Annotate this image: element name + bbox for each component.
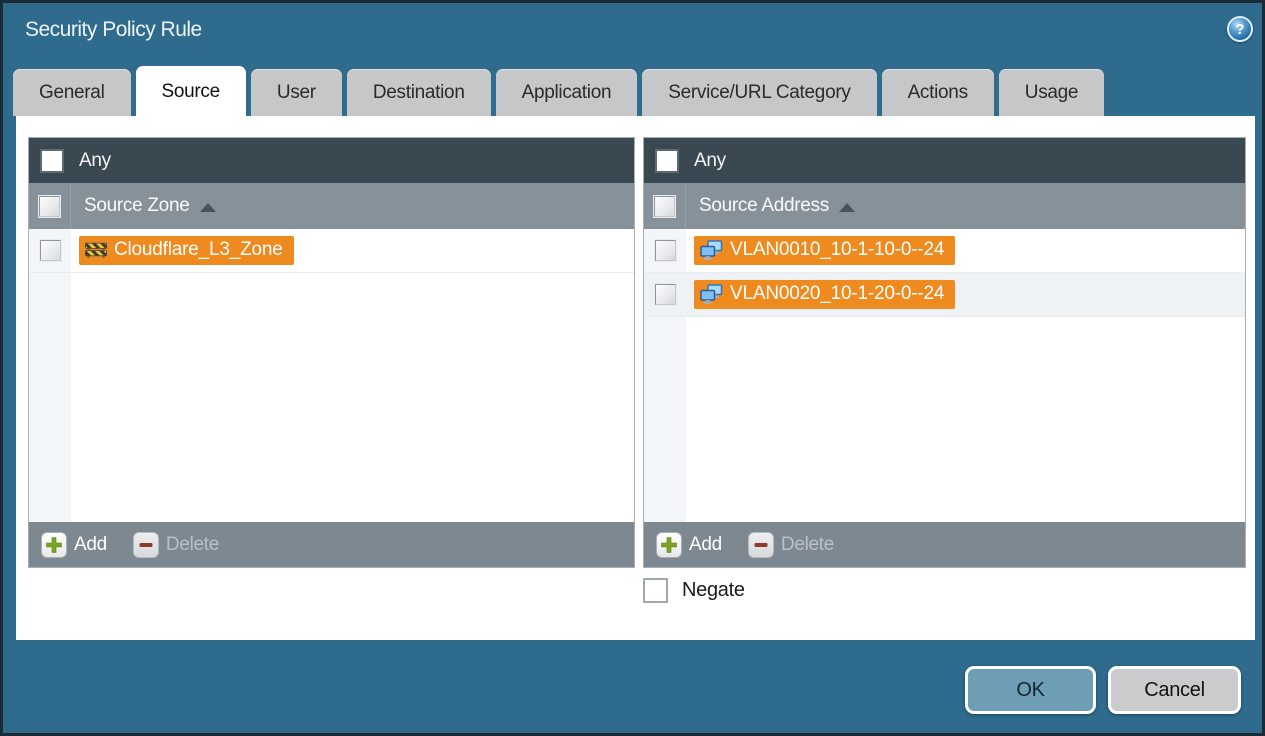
help-icon[interactable]: ? (1227, 16, 1253, 42)
delete-minus-icon (747, 531, 774, 558)
cancel-button[interactable]: Cancel (1108, 666, 1241, 714)
zone-entry-tag[interactable]: Cloudflare_L3_Zone (79, 236, 294, 265)
security-policy-rule-dialog: Security Policy Rule ? General Source Us… (0, 0, 1265, 736)
source-zone-select-all-cell (29, 183, 71, 229)
source-address-footer: Add Delete (644, 522, 1245, 567)
add-plus-icon (41, 531, 67, 558)
row-checkbox[interactable] (654, 240, 676, 261)
address-entry-label: VLAN0010_10-1-10-0--24 (730, 239, 945, 260)
source-zone-column-label: Source Zone (84, 195, 190, 216)
source-address-column-label: Source Address (699, 195, 829, 216)
negate-checkbox[interactable] (643, 578, 668, 603)
row-checkbox[interactable] (39, 240, 61, 261)
row-checkbox[interactable] (654, 284, 676, 305)
table-row: Cloudflare_L3_Zone (29, 229, 634, 273)
tab-general[interactable]: General (13, 69, 131, 116)
source-address-add-button[interactable]: Add (656, 531, 722, 558)
zone-barrier-icon (85, 241, 107, 259)
source-zone-delete-button[interactable]: Delete (132, 531, 220, 558)
add-button-label: Add (689, 533, 722, 555)
delete-minus-icon (132, 531, 159, 558)
source-zone-any-label: Any (79, 149, 111, 171)
tab-destination[interactable]: Destination (346, 69, 491, 116)
network-computers-icon (700, 239, 723, 261)
source-address-list: VLAN0010_10-1-10-0--24 VLAN0020_10-1-20-… (644, 229, 1245, 522)
row-checkbox-cell (29, 240, 71, 261)
tab-content-area: Any Source Zone Cloudflare_L3_Zone Add D… (16, 116, 1255, 640)
tab-actions[interactable]: Actions (881, 69, 994, 116)
tab-service-url-category[interactable]: Service/URL Category (642, 69, 877, 116)
source-zone-any-header: Any (29, 138, 634, 183)
row-checkbox-cell (644, 284, 686, 305)
table-row: VLAN0010_10-1-10-0--24 (644, 229, 1245, 273)
row-checkbox-cell (644, 240, 686, 261)
source-zone-footer: Add Delete (29, 522, 634, 567)
source-zone-add-button[interactable]: Add (41, 531, 107, 558)
tab-bar: General Source User Destination Applicat… (13, 66, 1105, 121)
sort-ascending-icon (838, 202, 855, 212)
tab-source[interactable]: Source (135, 66, 246, 121)
dialog-title: Security Policy Rule (25, 18, 202, 41)
source-address-panel: Any Source Address VLAN0010_10-1-10-0--2… (643, 137, 1246, 568)
source-zone-list: Cloudflare_L3_Zone (29, 229, 634, 522)
tab-user[interactable]: User (250, 69, 342, 116)
ok-button[interactable]: OK (965, 666, 1096, 714)
negate-control: Negate (643, 578, 745, 603)
source-address-delete-button[interactable]: Delete (747, 531, 835, 558)
delete-button-label: Delete (165, 533, 220, 555)
address-entry-label: VLAN0020_10-1-20-0--24 (730, 283, 945, 304)
source-zone-select-all-checkbox[interactable] (39, 195, 60, 217)
source-address-column-header[interactable]: Source Address (644, 183, 1245, 229)
address-entry-tag[interactable]: VLAN0020_10-1-20-0--24 (694, 280, 956, 309)
negate-label: Negate (682, 579, 745, 601)
source-address-select-all-cell (644, 183, 686, 229)
address-entry-tag[interactable]: VLAN0010_10-1-10-0--24 (694, 236, 956, 265)
sort-ascending-icon (199, 202, 216, 212)
tab-application[interactable]: Application (495, 69, 638, 116)
network-computers-icon (700, 283, 723, 305)
tab-usage[interactable]: Usage (998, 69, 1105, 116)
source-address-any-checkbox[interactable] (655, 148, 679, 173)
table-row: VLAN0020_10-1-20-0--24 (644, 273, 1245, 317)
source-address-any-header: Any (644, 138, 1245, 183)
add-button-label: Add (74, 533, 107, 555)
delete-button-label: Delete (780, 533, 835, 555)
zone-entry-label: Cloudflare_L3_Zone (114, 239, 283, 260)
source-zone-panel: Any Source Zone Cloudflare_L3_Zone Add D… (28, 137, 635, 568)
source-address-select-all-checkbox[interactable] (654, 195, 675, 217)
source-address-any-label: Any (694, 149, 726, 171)
source-zone-any-checkbox[interactable] (40, 148, 64, 173)
source-zone-column-header[interactable]: Source Zone (29, 183, 634, 229)
add-plus-icon (656, 531, 682, 558)
